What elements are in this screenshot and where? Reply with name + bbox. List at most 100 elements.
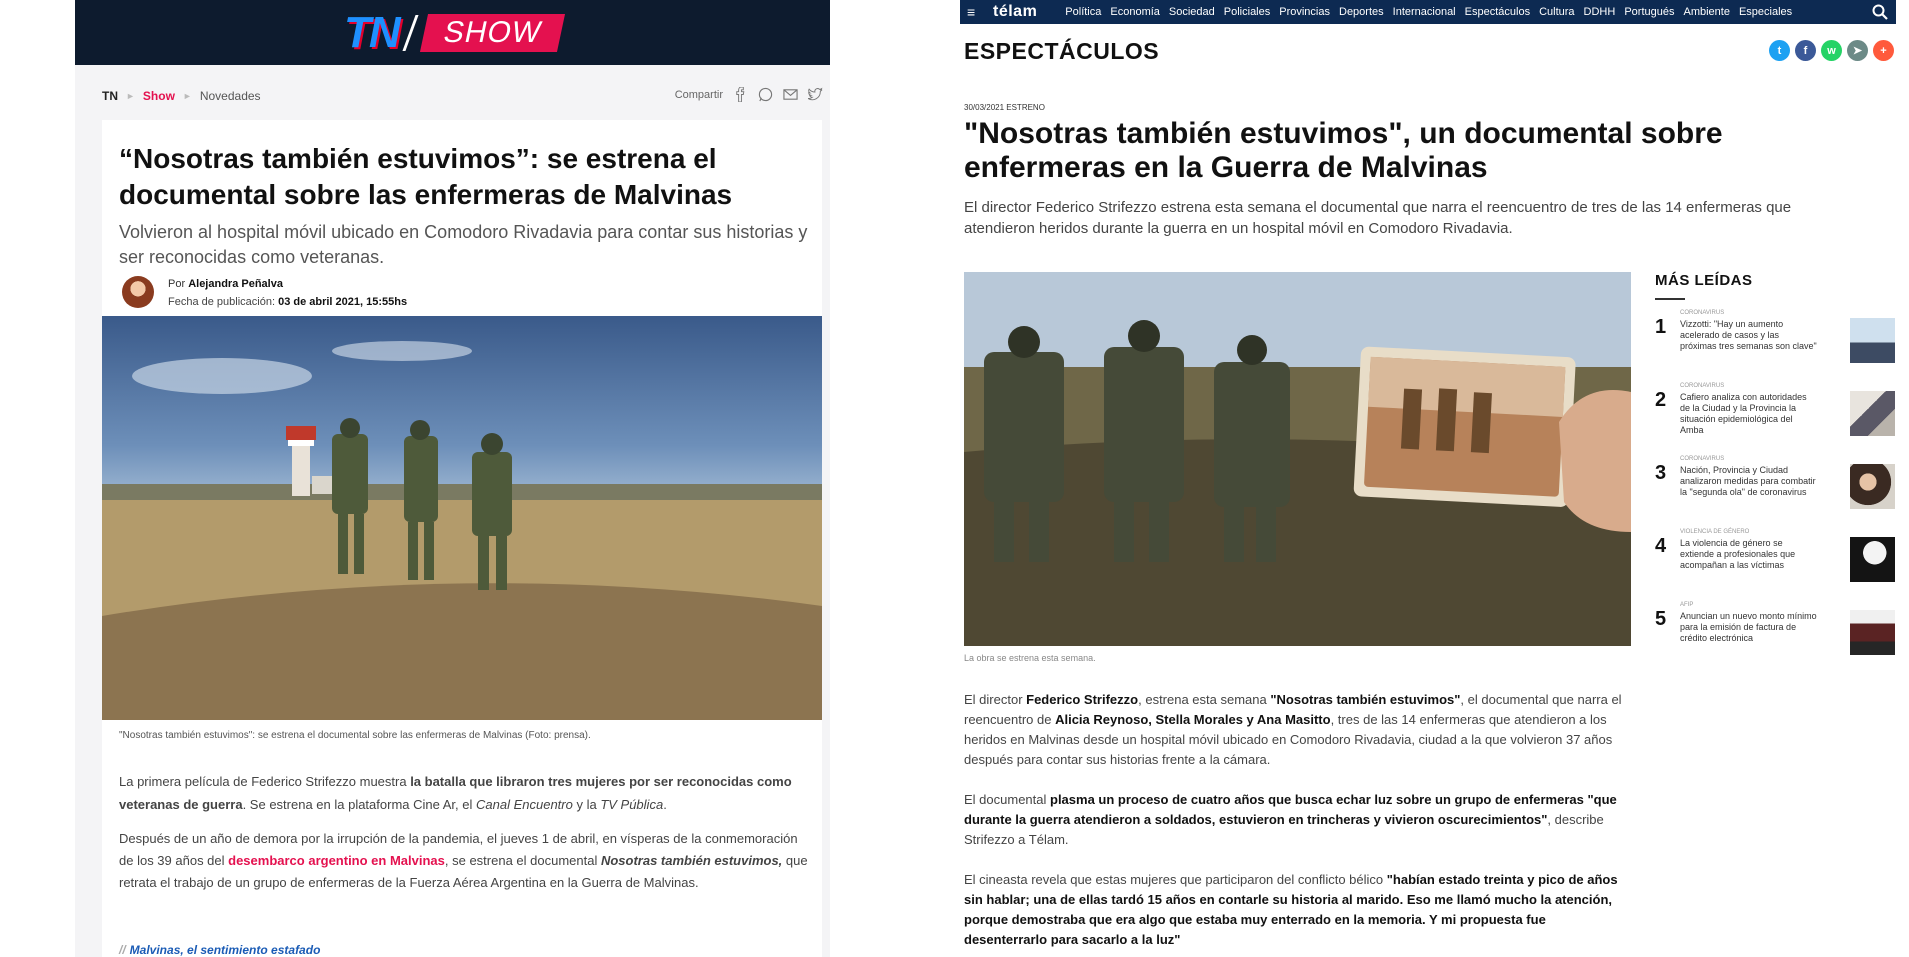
most-read-rank: 2 <box>1655 389 1667 411</box>
most-read-headline[interactable]: Nación, Provincia y Ciudad analizaron me… <box>1680 465 1818 498</box>
most-read-item[interactable]: 5 AFIP Anuncian un nuevo monto mínimo pa… <box>1655 602 1895 664</box>
related-marker: // <box>119 943 126 957</box>
article-photo <box>964 272 1631 646</box>
hamburger-menu-icon[interactable]: ≡ <box>967 4 985 20</box>
telam-article-screenshot: ≡ télam Política Economía Sociedad Policial… <box>960 0 1909 957</box>
nav-item-policiales[interactable]: Policiales <box>1224 6 1270 18</box>
nav-item-politica[interactable]: Política <box>1065 6 1101 18</box>
most-read-headline[interactable]: Cafiero analiza con autoridades de la Ci… <box>1680 392 1818 436</box>
most-read-thumbnail[interactable] <box>1850 464 1895 509</box>
tn-logo[interactable]: TN <box>344 8 401 58</box>
facebook-icon[interactable]: f <box>1795 40 1816 61</box>
nav-item-especiales[interactable]: Especiales <box>1739 6 1792 18</box>
breadcrumb-section[interactable]: Show <box>143 89 175 103</box>
italic-text: TV Pública <box>600 797 664 812</box>
most-read-rank: 1 <box>1655 316 1667 338</box>
article-paragraph: La primera película de Federico Strifezz… <box>119 770 809 816</box>
most-read-category: AFIP <box>1680 602 1694 608</box>
most-read-title: MÁS LEÍDAS <box>1655 272 1753 289</box>
related-article-link[interactable]: Malvinas, el sentimiento estafado <box>130 943 321 957</box>
text: . Se estrena en la plataforma Cine Ar, e… <box>242 797 476 812</box>
nav-item-deportes[interactable]: Deportes <box>1339 6 1384 18</box>
author-prefix: Por <box>168 278 186 290</box>
article-paragraph: El cineasta revela que estas mujeres que… <box>964 870 1624 950</box>
text: El cineasta revela que estas mujeres que… <box>964 872 1387 887</box>
tn-header-bar: TN SHOW <box>75 0 830 65</box>
most-read-headline[interactable]: Vizzotti: "Hay un aumento acelerado de c… <box>1680 319 1818 352</box>
publish-date: Fecha de publicación: 03 de abril 2021, … <box>168 296 407 308</box>
telam-nav-bar: ≡ télam Política Economía Sociedad Policial… <box>960 0 1896 24</box>
publish-date-label: Fecha de publicación: <box>168 296 276 308</box>
share-bar: Compartir <box>675 87 823 102</box>
text: El director <box>964 692 1027 707</box>
breadcrumb-separator-icon: ► <box>182 91 192 101</box>
text: El documental <box>964 792 1050 807</box>
author-avatar[interactable] <box>122 276 154 308</box>
whatsapp-icon[interactable] <box>758 87 773 102</box>
author-name[interactable]: Alejandra Peñalva <box>188 278 283 290</box>
most-read-thumbnail[interactable] <box>1850 318 1895 363</box>
bold-text: plasma un proceso de cuatro años que bus… <box>964 792 1617 827</box>
nav-item-economia[interactable]: Economía <box>1110 6 1160 18</box>
photo-caption: La obra se estrena esta semana. <box>964 653 1096 663</box>
bold-italic-text: Nosotras también estuvimos, <box>600 853 783 868</box>
nav-item-espectaculos[interactable]: Espectáculos <box>1465 6 1530 18</box>
nav-item-portugues[interactable]: Portugués <box>1624 6 1674 18</box>
most-read-rank: 5 <box>1655 608 1667 630</box>
nav-item-ddhh[interactable]: DDHH <box>1584 6 1616 18</box>
whatsapp-icon[interactable]: w <box>1821 40 1842 61</box>
most-read-item[interactable]: 3 CORONAVIRUS Nación, Provincia y Ciudad… <box>1655 456 1895 518</box>
most-read-headline[interactable]: Anuncian un nuevo monto mínimo para la e… <box>1680 611 1818 644</box>
article-title: “Nosotras también estuvimos”: se estrena… <box>119 143 733 210</box>
italic-text: Canal Encuentro <box>476 797 573 812</box>
telam-logo[interactable]: télam <box>993 3 1037 21</box>
breadcrumb-separator-icon: ► <box>126 91 135 101</box>
article-lead: El director Federico Strifezzo estrena e… <box>964 199 1792 237</box>
article-paragraph: El director Federico Strifezzo, estrena … <box>964 690 1624 770</box>
breadcrumb: TN ► Show ► Novedades <box>102 89 261 103</box>
most-read-thumbnail[interactable] <box>1850 391 1895 436</box>
most-read-thumbnail[interactable] <box>1850 610 1895 655</box>
bold-text: Federico Strifezzo <box>1026 692 1139 707</box>
author-byline: Por Alejandra Peñalva <box>168 278 283 290</box>
share-label: Compartir <box>674 88 723 101</box>
article-paragraph: Después de un año de demora por la irrup… <box>119 828 809 894</box>
most-read-category: CORONAVIRUS <box>1680 383 1725 389</box>
breadcrumb-home[interactable]: TN <box>102 89 118 103</box>
twitter-icon[interactable]: t <box>1769 40 1790 61</box>
search-icon[interactable] <box>1872 4 1888 20</box>
article-subtitle: Volvieron al hospital móvil ubicado en C… <box>119 222 808 267</box>
twitter-icon[interactable] <box>808 87 823 102</box>
most-read-item[interactable]: 1 CORONAVIRUS Vizzotti: "Hay un aumento … <box>1655 310 1895 372</box>
facebook-icon[interactable] <box>733 87 748 102</box>
most-read-divider <box>1655 298 1685 300</box>
publish-date-value: 03 de abril 2021, 15:55hs <box>278 296 408 308</box>
article-photo <box>102 316 822 720</box>
nav-item-internacional[interactable]: Internacional <box>1393 6 1456 18</box>
plus-icon[interactable]: + <box>1873 40 1894 61</box>
photo-caption: "Nosotras también estuvimos": se estrena… <box>119 730 591 741</box>
social-share-buttons: t f w ➤ + <box>1769 40 1894 61</box>
breadcrumb-current[interactable]: Novedades <box>200 89 261 103</box>
section-title[interactable]: ESPECTÁCULOS <box>964 38 1159 65</box>
most-read-item[interactable]: 2 CORONAVIRUS Cafiero analiza con autori… <box>1655 383 1895 445</box>
nav-item-ambiente[interactable]: Ambiente <box>1683 6 1729 18</box>
nav-items: Política Economía Sociedad Policiales Provin… <box>1065 6 1792 18</box>
most-read-category: CORONAVIRUS <box>1680 310 1725 316</box>
text: La primera película de Federico Strifezz… <box>119 774 411 789</box>
text: y la <box>572 797 601 812</box>
related-article[interactable]: // Malvinas, el sentimiento estafado <box>119 943 320 957</box>
tn-article-screenshot: TN SHOW TN ► Show ► Novedades Compartir … <box>75 0 830 957</box>
most-read-category: VIOLENCIA DE GÉNERO <box>1680 529 1750 535</box>
nav-item-sociedad[interactable]: Sociedad <box>1169 6 1215 18</box>
most-read-item[interactable]: 4 VIOLENCIA DE GÉNERO La violencia de gé… <box>1655 529 1895 591</box>
most-read-rank: 4 <box>1655 535 1667 557</box>
most-read-headline[interactable]: La violencia de género se extiende a pro… <box>1680 538 1818 571</box>
article-link[interactable]: desembarco argentino en Malvinas <box>228 853 445 868</box>
tn-show-logo[interactable]: SHOW <box>419 13 566 52</box>
nav-item-provincias[interactable]: Provincias <box>1279 6 1330 18</box>
nav-item-cultura[interactable]: Cultura <box>1539 6 1574 18</box>
most-read-thumbnail[interactable] <box>1850 537 1895 582</box>
telegram-icon[interactable]: ➤ <box>1847 40 1868 61</box>
email-icon[interactable] <box>783 87 798 102</box>
